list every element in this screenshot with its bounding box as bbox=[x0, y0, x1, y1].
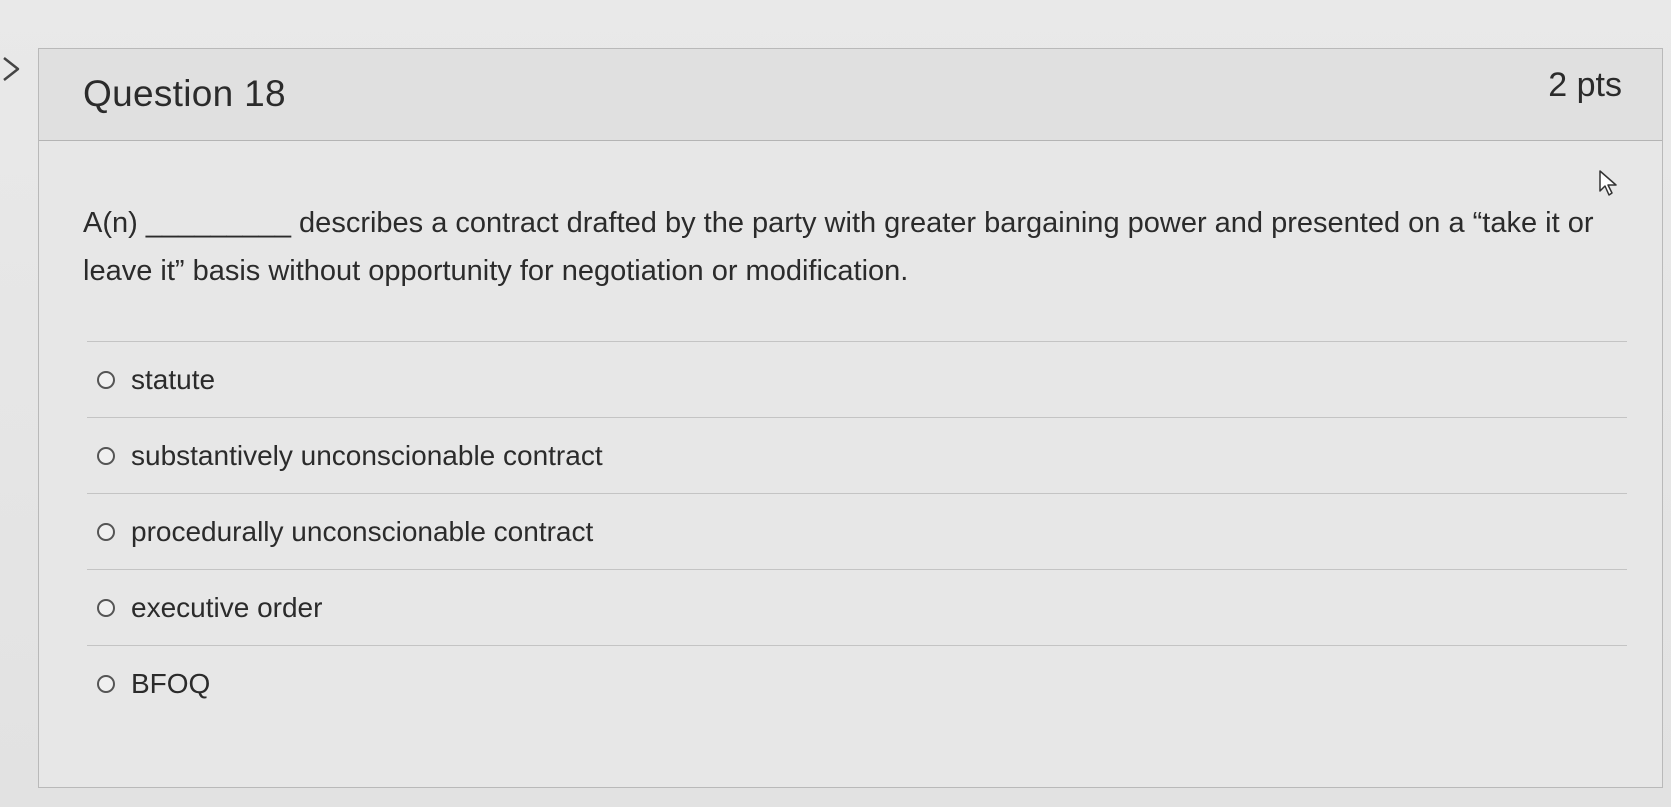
radio-button[interactable] bbox=[97, 522, 115, 541]
question-header: Question 18 2 pts bbox=[39, 49, 1662, 141]
radio-button[interactable] bbox=[97, 674, 115, 693]
answer-label: substantively unconscionable contract bbox=[131, 439, 603, 471]
question-points: 2 pts bbox=[1548, 66, 1622, 104]
radio-button[interactable] bbox=[97, 598, 115, 617]
radio-button[interactable] bbox=[97, 446, 115, 465]
mouse-pointer-icon bbox=[1599, 170, 1617, 196]
question-card: Question 18 2 pts A(n) _________ describ… bbox=[38, 48, 1663, 788]
radio-button[interactable] bbox=[97, 370, 115, 389]
answer-label: executive order bbox=[131, 591, 323, 623]
answer-option-bfoq[interactable]: BFOQ bbox=[87, 645, 1627, 721]
answer-option-executive-order[interactable]: executive order bbox=[87, 569, 1627, 645]
question-title: Question 18 bbox=[83, 73, 286, 114]
answer-option-substantively-unconscionable[interactable]: substantively unconscionable contract bbox=[87, 417, 1627, 493]
answer-label: procedurally unconscionable contract bbox=[131, 515, 594, 547]
question-text: A(n) _________ describes a contract draf… bbox=[83, 207, 1594, 287]
answer-label: BFOQ bbox=[131, 667, 211, 699]
answer-option-statute[interactable]: statute bbox=[87, 341, 1627, 417]
chevron-right-icon[interactable] bbox=[0, 56, 22, 82]
quiz-page: Question 18 2 pts A(n) _________ describ… bbox=[0, 0, 1671, 807]
answer-option-procedurally-unconscionable[interactable]: procedurally unconscionable contract bbox=[87, 493, 1627, 569]
answer-label: statute bbox=[131, 363, 216, 395]
answer-list: statute substantively unconscionable con… bbox=[87, 341, 1627, 721]
